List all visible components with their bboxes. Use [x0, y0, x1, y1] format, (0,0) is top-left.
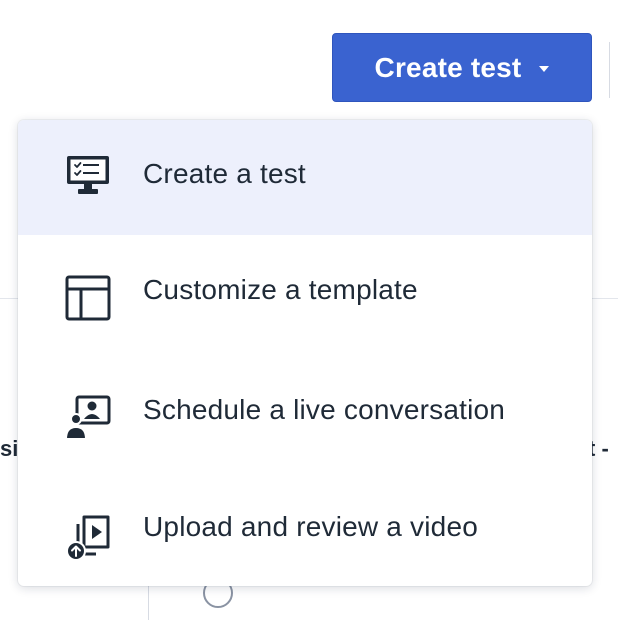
create-test-dropdown-menu: Create a test Customize a template Sched… — [18, 120, 592, 586]
create-test-button-label: Create test — [374, 51, 522, 83]
menu-item-label: Schedule a live conversation — [143, 394, 506, 425]
template-layout-icon — [64, 274, 112, 322]
create-test-button[interactable]: Create test — [332, 33, 592, 102]
menu-item-label: Upload and review a video — [143, 511, 478, 542]
menu-item-label: Create a test — [143, 158, 306, 189]
menu-item-schedule-a-live-conversation[interactable]: Schedule a live conversation — [18, 351, 592, 469]
caret-down-icon — [539, 65, 550, 72]
menu-item-upload-and-review-a-video[interactable]: Upload and review a video — [18, 469, 592, 586]
menu-item-create-a-test[interactable]: Create a test — [18, 120, 592, 235]
menu-item-label: Customize a template — [143, 274, 418, 305]
live-conversation-icon — [64, 394, 112, 442]
monitor-checklist-icon — [64, 152, 112, 200]
menu-item-customize-a-template[interactable]: Customize a template — [18, 235, 592, 351]
toolbar-divider — [609, 42, 610, 98]
partial-heading-left: si — [0, 436, 19, 461]
upload-video-icon — [64, 514, 112, 562]
